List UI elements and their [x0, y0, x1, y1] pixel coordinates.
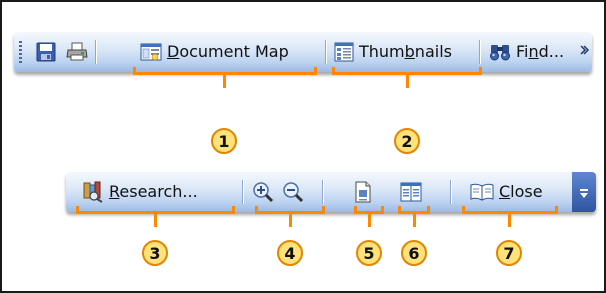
research-icon — [83, 181, 103, 203]
thumbnails-icon — [334, 42, 354, 62]
separator — [450, 180, 451, 204]
callout-stem-4 — [289, 213, 292, 227]
callout-badge-7: 7 — [496, 240, 522, 266]
thumbnails-label: Thumbnails — [359, 42, 452, 61]
one-page-icon — [355, 181, 371, 203]
toolbar-options-icon — [580, 189, 588, 198]
document-map-label: Document Map — [167, 42, 289, 61]
zoom-out-icon — [283, 182, 304, 203]
callout-stem-7 — [508, 213, 511, 227]
find-button[interactable]: Find... — [489, 32, 564, 72]
callout-stem-6 — [413, 213, 416, 227]
two-pages-icon — [400, 182, 422, 202]
grip-handle-icon[interactable] — [19, 41, 22, 63]
research-label: Research... — [109, 182, 198, 201]
separator — [479, 40, 480, 64]
binoculars-icon — [490, 45, 510, 61]
separator — [322, 180, 323, 204]
toolbar-options-button[interactable] — [572, 172, 596, 212]
separator — [242, 180, 243, 204]
callout-stem-5 — [368, 213, 371, 227]
callout-stem-3 — [154, 213, 157, 227]
callout-badge-3: 3 — [142, 240, 168, 266]
save-icon — [36, 42, 56, 62]
book-icon — [470, 183, 494, 201]
thumbnails-button[interactable]: Thumbnails — [334, 32, 452, 72]
callout-badge-4: 4 — [277, 240, 303, 266]
zoom-in-icon — [253, 182, 274, 203]
chevron-icon[interactable] — [580, 44, 590, 60]
callout-badge-2: 2 — [394, 128, 420, 154]
callout-badge-1: 1 — [211, 128, 237, 154]
close-label: Close — [499, 182, 543, 201]
document-map-icon — [140, 43, 162, 61]
callout-badge-6: 6 — [401, 240, 427, 266]
print-icon — [66, 42, 88, 61]
separator — [325, 40, 326, 64]
print-button[interactable] — [66, 32, 88, 72]
separator — [95, 40, 96, 64]
find-label: Find... — [516, 42, 565, 61]
reading-toolbar-top: Document Map Thumbnails Find... — [14, 32, 592, 72]
callout-stem-1 — [223, 74, 226, 88]
document-map-button[interactable]: Document Map — [140, 32, 289, 72]
callout-badge-5: 5 — [356, 240, 382, 266]
save-button[interactable] — [36, 32, 56, 72]
callout-stem-2 — [406, 74, 409, 88]
